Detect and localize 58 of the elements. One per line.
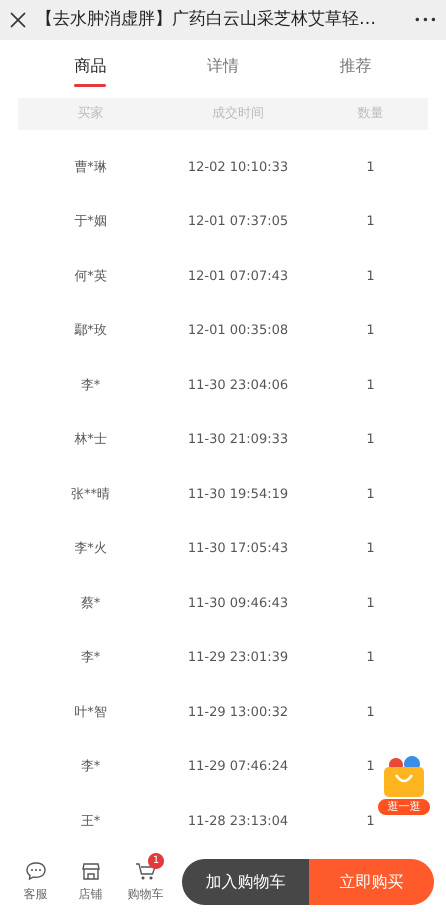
icon-label: 购物车	[128, 886, 164, 903]
table-cell-text: 1	[365, 213, 376, 231]
float-badge[interactable]: 逛一逛	[378, 798, 430, 815]
table-cell-text: 王*	[80, 812, 102, 830]
close-icon[interactable]	[8, 10, 28, 30]
table-cell-text: 于*姻	[73, 213, 108, 231]
table-cell-text: 1	[365, 540, 376, 558]
column-header: 数量	[356, 105, 384, 124]
table-cell-text: 12-01 07:37:05	[186, 213, 290, 231]
table-cell-text: 1	[365, 649, 376, 667]
table-cell-text: 1	[365, 704, 376, 722]
buy-now-button[interactable]: 立即购买	[309, 859, 434, 905]
table-cell-text: 1	[365, 594, 376, 612]
table-cell-text: 1	[365, 158, 376, 176]
table-cell-text: 李*	[80, 376, 102, 394]
add-to-cart-button[interactable]: 加入购物车	[182, 859, 309, 905]
table-cell-text: 李*	[80, 758, 102, 776]
table-cell-text: 12-01 00:35:08	[186, 322, 290, 340]
shop-icon[interactable]	[80, 861, 100, 881]
table-cell-text: 张**晴	[70, 486, 111, 504]
table-cell-text: 叶*智	[73, 704, 108, 722]
table-cell-text: 1	[365, 812, 376, 830]
column-header: 买家	[76, 105, 104, 124]
icon-label: 客服	[24, 886, 48, 903]
table-cell-text: 11-29 07:46:24	[186, 758, 290, 776]
table-cell-text: 1	[365, 758, 376, 776]
table-cell-text: 1	[365, 431, 376, 449]
tab[interactable]: 商品	[68, 50, 112, 88]
table-cell-text: 11-29 13:00:32	[186, 704, 290, 722]
tab[interactable]: 推荐	[334, 50, 378, 88]
table-cell-text: 11-28 23:13:04	[186, 812, 290, 830]
table-cell-text: 曹*琳	[73, 158, 108, 176]
table-cell-text: 11-30 23:04:06	[186, 376, 290, 394]
column-header: 成交时间	[211, 105, 265, 124]
chat-icon[interactable]	[24, 861, 46, 881]
table-cell-text: 鄢*玫	[73, 322, 108, 340]
table-cell-text: 李*火	[73, 540, 108, 558]
table-cell-text: 何*英	[73, 268, 108, 286]
table-cell-text: 11-30 21:09:33	[186, 431, 290, 449]
count-badge: 1	[148, 853, 164, 869]
table-cell-text: 林*士	[73, 431, 108, 449]
table-cell-text: 11-30 17:05:43	[186, 540, 290, 558]
window-title: 【去水肿消虚胖】广药白云山采芝林艾草轻…	[36, 8, 377, 32]
table-cell-text: 1	[365, 268, 376, 286]
table-cell-text: 11-30 09:46:43	[186, 594, 290, 612]
table-cell-text: 1	[365, 486, 376, 504]
more-button[interactable]: •••	[414, 11, 438, 29]
cart-icon[interactable]	[134, 861, 156, 881]
table-cell-text: 李*	[80, 649, 102, 667]
table-cell-text: 12-01 07:07:43	[186, 268, 290, 286]
table-cell-text: 11-29 23:01:39	[186, 649, 290, 667]
table-cell-text: 12-02 10:10:33	[186, 158, 290, 176]
table-cell-text: 蔡*	[80, 594, 102, 612]
tab[interactable]: 详情	[200, 50, 245, 88]
table-cell-text: 1	[365, 322, 376, 340]
table-cell-text: 11-30 19:54:19	[186, 486, 290, 504]
table-cell-text: 1	[365, 376, 376, 394]
icon-label: 店铺	[78, 886, 102, 903]
